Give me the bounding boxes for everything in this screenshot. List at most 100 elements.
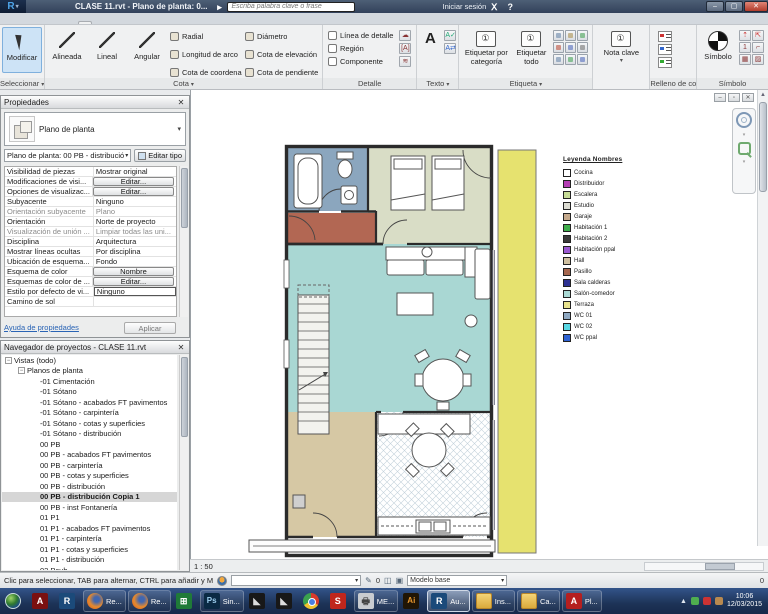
view-control-icon[interactable] (298, 561, 309, 571)
tree-item[interactable]: − Vistas (todo) (2, 355, 177, 366)
tag-tool-icon[interactable] (565, 54, 576, 65)
tag-tool-icon[interactable] (553, 42, 564, 53)
tray-network-icon[interactable] (715, 597, 723, 605)
tree-item[interactable]: 00 PB - cotas y superficies (2, 471, 177, 482)
tree-item[interactable]: 01 P1 (2, 513, 177, 524)
view-control-icon[interactable] (337, 561, 348, 571)
tag-tool-icon[interactable] (565, 42, 576, 53)
view-close-icon[interactable]: ✕ (742, 93, 754, 102)
view-scale[interactable]: 1 : 50 (194, 562, 213, 571)
property-row[interactable]: Visibilidad de piezas Mostrar original (5, 167, 176, 177)
dimension-tool-button[interactable]: Lineal (87, 27, 127, 78)
property-value[interactable]: Arquitectura (94, 237, 176, 246)
taskbar-item[interactable]: A Pl... (562, 590, 602, 612)
tag-tool-icon[interactable] (577, 54, 588, 65)
tag-by-category-button[interactable]: Etiquetar por categoría (461, 27, 511, 78)
properties-scrollbar[interactable] (179, 166, 188, 317)
detail-tool[interactable]: Componente (328, 57, 393, 66)
taskbar-item[interactable]: A (29, 590, 54, 612)
tag-tool-icon[interactable] (577, 42, 588, 53)
ribbon-tab[interactable] (66, 22, 78, 24)
design-options-icon[interactable]: ◫ (384, 576, 392, 585)
panel-label-seleccionar[interactable]: Seleccionar (0, 78, 44, 89)
ribbon-tab[interactable] (116, 22, 128, 24)
tree-item[interactable]: -01 Sótano - acabados FT pavimentos (2, 397, 177, 408)
property-value[interactable]: Norte de proyecto (94, 217, 176, 226)
tree-expander[interactable]: − (5, 357, 12, 364)
signin-label[interactable]: Iniciar sesión (442, 2, 486, 11)
panel-label-etiqueta[interactable]: Etiqueta (459, 78, 592, 89)
property-value[interactable]: Por disciplina (94, 247, 176, 256)
property-value[interactable]: Limpiar todas las uni... (94, 227, 176, 236)
multi-rebar-icon[interactable]: ▨ (752, 54, 764, 65)
property-value[interactable]: Plano (94, 207, 176, 216)
insulation-icon[interactable]: ≋ (399, 56, 411, 67)
design-option-combo[interactable]: Modelo base▾ (407, 575, 507, 586)
property-row[interactable]: Opciones de visualizac... Editar... (5, 187, 176, 197)
tree-item[interactable]: -01 Sótano - distribución (2, 429, 177, 440)
tree-item[interactable]: 00 PB - distribución Copia 1 (2, 492, 177, 503)
property-value[interactable]: Fondo (94, 257, 176, 266)
view-control-icon[interactable] (233, 561, 244, 571)
view-control-icon[interactable] (285, 561, 296, 571)
property-value[interactable]: Editar... (93, 187, 174, 196)
tree-expander[interactable]: − (18, 367, 25, 374)
text-tool-button[interactable]: A (419, 27, 441, 78)
view-control-icon[interactable] (272, 561, 283, 571)
property-row[interactable]: Subyacente Ninguno (5, 197, 176, 207)
keynote-button[interactable]: Nota clave ▾ (595, 27, 647, 78)
ribbon-tab[interactable] (104, 22, 116, 24)
taskbar-item[interactable]: 🖶 ME... (354, 590, 399, 612)
duct-legend-icon[interactable] (658, 31, 672, 42)
scrollbar-thumb[interactable] (759, 102, 767, 192)
property-row[interactable]: Esquemas de color de ... Editar... (5, 277, 176, 287)
dimension-tool-button[interactable]: Alineada (47, 27, 87, 78)
tree-item[interactable]: 00 PB (2, 439, 177, 450)
property-row[interactable]: Ubicación de esquema... Fondo (5, 257, 176, 267)
panel-label-relleno[interactable]: Relleno de color (650, 78, 696, 89)
close-button[interactable]: ✕ (744, 1, 768, 12)
canvas-vertical-scrollbar[interactable]: ▲ (757, 90, 768, 546)
close-icon[interactable]: ✕ (176, 98, 186, 107)
spell-check-icon[interactable]: A✓ (444, 30, 456, 41)
ribbon-tab[interactable] (152, 22, 164, 24)
property-value[interactable]: Ninguno (94, 287, 176, 296)
tray-volume-icon[interactable] (703, 597, 711, 605)
tree-item[interactable]: -01 Sótano (2, 387, 177, 398)
scrollbar-thumb[interactable] (181, 168, 188, 228)
property-value[interactable]: Mostrar original (94, 167, 176, 176)
tag-tool-icon[interactable] (565, 30, 576, 41)
tree-item[interactable]: 02 Pcub (2, 565, 177, 570)
taskbar-item[interactable]: ⊞ (173, 590, 198, 612)
scrollbar-thumb[interactable] (181, 357, 188, 437)
taskbar-item[interactable]: Ca... (517, 590, 560, 612)
stair-path-icon[interactable]: ⇡ (739, 30, 751, 41)
taskbar-item[interactable]: ◣ (246, 590, 271, 612)
project-browser-header[interactable]: Navegador de proyectos - CLASE 11.rvt ✕ (1, 341, 189, 354)
tag-all-button[interactable]: Etiquetar todo (511, 27, 551, 78)
modify-button[interactable]: Modificar (2, 27, 42, 73)
taskbar-item[interactable]: R Au... (427, 590, 469, 612)
taskbar-item[interactable]: Re... (83, 590, 126, 612)
property-row[interactable]: Orientación subyacente Plano (5, 207, 176, 217)
worksets-combo[interactable]: ▾ (231, 575, 361, 586)
minimize-button[interactable]: – (706, 1, 724, 12)
view-restore-icon[interactable]: ▫ (728, 93, 740, 102)
taskbar-item[interactable]: Re... (128, 590, 171, 612)
taskbar-item[interactable] (2, 590, 27, 612)
tag-tool-icon[interactable] (577, 30, 588, 41)
tree-item[interactable]: 00 PB - carpintería (2, 460, 177, 471)
tag-tool-icon[interactable] (553, 54, 564, 65)
ribbon-tab[interactable] (42, 22, 54, 24)
detail-tool[interactable]: Región (328, 44, 393, 53)
area-icon[interactable]: 1 (739, 42, 751, 53)
close-icon[interactable]: ✕ (176, 343, 186, 352)
ribbon-tab[interactable] (164, 22, 176, 24)
ribbon-tab[interactable] (54, 22, 66, 24)
property-row[interactable]: Esquema de color Nombre (5, 267, 176, 277)
maximize-button[interactable]: ▢ (725, 1, 743, 12)
taskbar-item[interactable]: Ins... (472, 590, 515, 612)
scrollbar-thumb[interactable] (705, 563, 735, 570)
panel-label-cota[interactable]: Cota (45, 78, 322, 89)
dimension-small-tool[interactable]: Radial (170, 32, 242, 41)
